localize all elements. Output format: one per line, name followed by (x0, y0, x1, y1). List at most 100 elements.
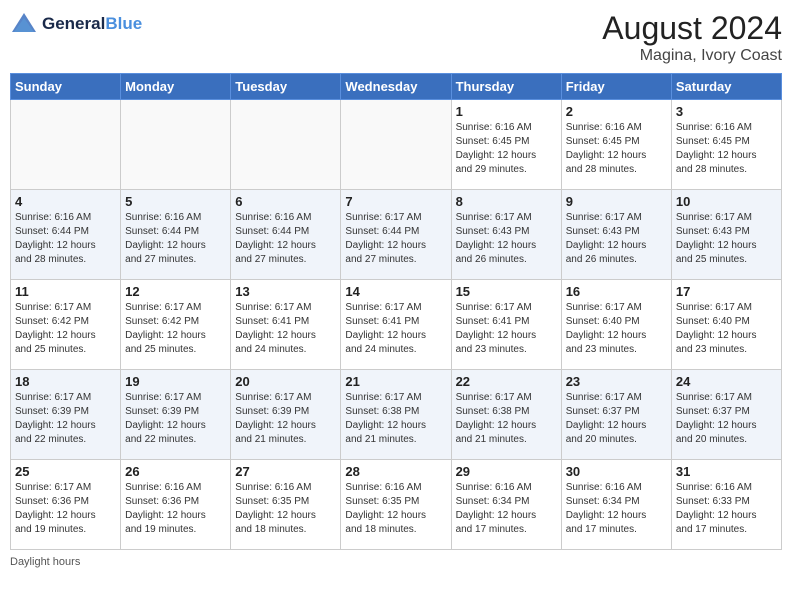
day-info: Sunrise: 6:16 AM Sunset: 6:35 PM Dayligh… (235, 481, 336, 537)
day-info: Sunrise: 6:17 AM Sunset: 6:40 PM Dayligh… (676, 301, 777, 357)
calendar-header-tuesday: Tuesday (231, 74, 341, 100)
day-number: 10 (676, 194, 777, 209)
calendar-cell: 29Sunrise: 6:16 AM Sunset: 6:34 PM Dayli… (451, 460, 561, 550)
calendar-week-3: 11 Sunrise: 6:17 AM Sunset: 6:42 PM Dayli… (11, 280, 782, 370)
day-number: 12 (125, 284, 226, 299)
day-number: 31 (676, 464, 777, 479)
day-info: Sunrise: 6:16 AM Sunset: 6:45 PM Dayligh… (676, 121, 777, 177)
day-number: 22 (456, 374, 557, 389)
calendar-cell: 20 Sunrise: 6:17 AM Sunset: 6:39 PM Dayli… (231, 370, 341, 460)
day-info: Sunrise: 6:17 AM Sunset: 6:41 PM Dayligh… (235, 301, 336, 357)
calendar-cell: 2 Sunrise: 6:16 AM Sunset: 6:45 PM Daylig… (561, 100, 671, 190)
calendar-cell: 28Sunrise: 6:16 AM Sunset: 6:35 PM Dayli… (341, 460, 451, 550)
calendar-cell: 9Sunrise: 6:17 AM Sunset: 6:43 PM Daylig… (561, 190, 671, 280)
day-number: 19 (125, 374, 226, 389)
day-number: 8 (456, 194, 557, 209)
day-info: Sunrise: 6:17 AM Sunset: 6:38 PM Dayligh… (456, 391, 557, 447)
calendar-header-friday: Friday (561, 74, 671, 100)
calendar-cell: 26Sunrise: 6:16 AM Sunset: 6:36 PM Dayli… (121, 460, 231, 550)
day-info: Sunrise: 6:17 AM Sunset: 6:38 PM Dayligh… (345, 391, 446, 447)
day-info: Sunrise: 6:16 AM Sunset: 6:33 PM Dayligh… (676, 481, 777, 537)
day-number: 26 (125, 464, 226, 479)
day-info: Sunrise: 6:16 AM Sunset: 6:44 PM Dayligh… (15, 211, 116, 267)
page-header: GeneralBlue August 2024 Magina, Ivory Co… (10, 10, 782, 65)
day-info: Sunrise: 6:16 AM Sunset: 6:44 PM Dayligh… (235, 211, 336, 267)
day-info: Sunrise: 6:16 AM Sunset: 6:45 PM Dayligh… (566, 121, 667, 177)
calendar-cell: 7 Sunrise: 6:17 AM Sunset: 6:44 PM Daylig… (341, 190, 451, 280)
day-number: 25 (15, 464, 116, 479)
calendar-cell (231, 100, 341, 190)
calendar-header-wednesday: Wednesday (341, 74, 451, 100)
calendar-cell: 8 Sunrise: 6:17 AM Sunset: 6:43 PM Daylig… (451, 190, 561, 280)
day-info: Sunrise: 6:17 AM Sunset: 6:42 PM Dayligh… (15, 301, 116, 357)
day-number: 21 (345, 374, 446, 389)
calendar-cell: 1Sunrise: 6:16 AM Sunset: 6:45 PM Daylig… (451, 100, 561, 190)
day-number: 28 (345, 464, 446, 479)
day-info: Sunrise: 6:16 AM Sunset: 6:34 PM Dayligh… (566, 481, 667, 537)
day-number: 18 (15, 374, 116, 389)
calendar-cell: 16 Sunrise: 6:17 AM Sunset: 6:40 PM Dayli… (561, 280, 671, 370)
calendar-cell: 22 Sunrise: 6:17 AM Sunset: 6:38 PM Dayli… (451, 370, 561, 460)
day-info: Sunrise: 6:17 AM Sunset: 6:37 PM Dayligh… (676, 391, 777, 447)
day-number: 24 (676, 374, 777, 389)
title-block: August 2024 Magina, Ivory Coast (602, 10, 782, 65)
logo: GeneralBlue (10, 10, 142, 38)
day-number: 15 (456, 284, 557, 299)
day-number: 16 (566, 284, 667, 299)
day-number: 23 (566, 374, 667, 389)
day-number: 9 (566, 194, 667, 209)
calendar-cell: 24 Sunrise: 6:17 AM Sunset: 6:37 PM Dayli… (671, 370, 781, 460)
calendar-week-4: 18 Sunrise: 6:17 AM Sunset: 6:39 PM Dayli… (11, 370, 782, 460)
day-info: Sunrise: 6:16 AM Sunset: 6:34 PM Dayligh… (456, 481, 557, 537)
day-info: Sunrise: 6:17 AM Sunset: 6:37 PM Dayligh… (566, 391, 667, 447)
day-number: 7 (345, 194, 446, 209)
calendar-cell: 19 Sunrise: 6:17 AM Sunset: 6:39 PM Dayli… (121, 370, 231, 460)
calendar-cell: 17 Sunrise: 6:17 AM Sunset: 6:40 PM Dayli… (671, 280, 781, 370)
day-info: Sunrise: 6:17 AM Sunset: 6:39 PM Dayligh… (235, 391, 336, 447)
day-info: Sunrise: 6:17 AM Sunset: 6:43 PM Dayligh… (676, 211, 777, 267)
day-info: Sunrise: 6:17 AM Sunset: 6:42 PM Dayligh… (125, 301, 226, 357)
day-number: 6 (235, 194, 336, 209)
day-number: 2 (566, 104, 667, 119)
day-number: 4 (15, 194, 116, 209)
calendar-cell: 5 Sunrise: 6:16 AM Sunset: 6:44 PM Daylig… (121, 190, 231, 280)
day-number: 13 (235, 284, 336, 299)
month-year: August 2024 (602, 10, 782, 47)
calendar-header-monday: Monday (121, 74, 231, 100)
calendar-cell (11, 100, 121, 190)
day-info: Sunrise: 6:17 AM Sunset: 6:39 PM Dayligh… (125, 391, 226, 447)
calendar-week-2: 4 Sunrise: 6:16 AM Sunset: 6:44 PM Daylig… (11, 190, 782, 280)
day-info: Sunrise: 6:17 AM Sunset: 6:43 PM Dayligh… (456, 211, 557, 267)
calendar-week-5: 25 Sunrise: 6:17 AM Sunset: 6:36 PM Dayli… (11, 460, 782, 550)
day-info: Sunrise: 6:17 AM Sunset: 6:44 PM Dayligh… (345, 211, 446, 267)
calendar-cell: 21 Sunrise: 6:17 AM Sunset: 6:38 PM Dayli… (341, 370, 451, 460)
calendar-cell: 15Sunrise: 6:17 AM Sunset: 6:41 PM Dayli… (451, 280, 561, 370)
day-number: 20 (235, 374, 336, 389)
footer-note: Daylight hours (10, 556, 782, 568)
day-number: 11 (15, 284, 116, 299)
calendar-cell: 6 Sunrise: 6:16 AM Sunset: 6:44 PM Daylig… (231, 190, 341, 280)
calendar-header-saturday: Saturday (671, 74, 781, 100)
calendar-cell: 30Sunrise: 6:16 AM Sunset: 6:34 PM Dayli… (561, 460, 671, 550)
day-number: 5 (125, 194, 226, 209)
calendar-cell: 13 Sunrise: 6:17 AM Sunset: 6:41 PM Dayli… (231, 280, 341, 370)
day-info: Sunrise: 6:16 AM Sunset: 6:45 PM Dayligh… (456, 121, 557, 177)
calendar-cell: 23 Sunrise: 6:17 AM Sunset: 6:37 PM Dayli… (561, 370, 671, 460)
calendar-cell: 14Sunrise: 6:17 AM Sunset: 6:41 PM Dayli… (341, 280, 451, 370)
day-number: 17 (676, 284, 777, 299)
day-info: Sunrise: 6:17 AM Sunset: 6:41 PM Dayligh… (345, 301, 446, 357)
day-number: 3 (676, 104, 777, 119)
day-number: 27 (235, 464, 336, 479)
day-info: Sunrise: 6:17 AM Sunset: 6:40 PM Dayligh… (566, 301, 667, 357)
calendar-cell: 10 Sunrise: 6:17 AM Sunset: 6:43 PM Dayli… (671, 190, 781, 280)
calendar-cell: 18 Sunrise: 6:17 AM Sunset: 6:39 PM Dayli… (11, 370, 121, 460)
day-info: Sunrise: 6:16 AM Sunset: 6:44 PM Dayligh… (125, 211, 226, 267)
calendar-cell: 27 Sunrise: 6:16 AM Sunset: 6:35 PM Dayli… (231, 460, 341, 550)
logo-text: GeneralBlue (42, 14, 142, 34)
calendar-header-row: SundayMondayTuesdayWednesdayThursdayFrid… (11, 74, 782, 100)
calendar-cell (341, 100, 451, 190)
day-info: Sunrise: 6:17 AM Sunset: 6:36 PM Dayligh… (15, 481, 116, 537)
day-info: Sunrise: 6:17 AM Sunset: 6:39 PM Dayligh… (15, 391, 116, 447)
calendar: SundayMondayTuesdayWednesdayThursdayFrid… (10, 73, 782, 550)
calendar-header-sunday: Sunday (11, 74, 121, 100)
